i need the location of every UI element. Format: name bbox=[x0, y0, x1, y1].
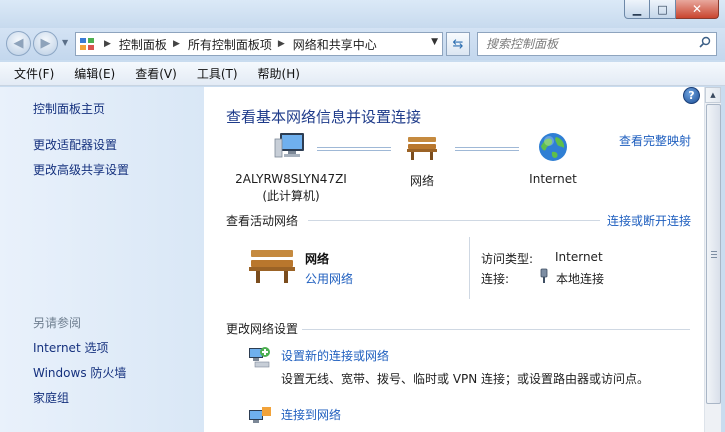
menu-tools[interactable]: 工具(T) bbox=[191, 65, 244, 82]
menu-help[interactable]: 帮助(H) bbox=[252, 65, 306, 82]
window-frame bbox=[721, 87, 725, 432]
search-box bbox=[477, 32, 717, 56]
sidebar: 控制面板主页 更改适配器设置 更改高级共享设置 另请参阅 Internet 选项… bbox=[0, 87, 204, 432]
full-map-link[interactable]: 查看完整映射 bbox=[619, 132, 691, 149]
title-bar: ▁ □ ✕ bbox=[0, 0, 725, 28]
forward-button[interactable]: ▶ bbox=[33, 31, 58, 56]
breadcrumb-separator-icon[interactable]: ▶ bbox=[173, 39, 180, 49]
bench-icon bbox=[249, 250, 295, 283]
address-dropdown-icon[interactable]: ▼ bbox=[431, 37, 438, 47]
setup-connection-link[interactable]: 设置新的连接或网络 bbox=[281, 347, 389, 364]
address-bar[interactable]: ▶ 控制面板 ▶ 所有控制面板项 ▶ 网络和共享中心 ▼ bbox=[75, 32, 443, 56]
map-connector bbox=[455, 147, 519, 151]
section-divider bbox=[308, 220, 600, 221]
internet-label: Internet bbox=[529, 172, 577, 186]
network-label: 网络 bbox=[409, 174, 434, 188]
map-node-computer[interactable]: 2ALYRW8SLYN47ZI (此计算机) bbox=[235, 131, 347, 205]
computer-name: 2ALYRW8SLYN47ZI bbox=[235, 172, 347, 186]
computer-subtitle: (此计算机) bbox=[262, 189, 320, 203]
back-button[interactable]: ◀ bbox=[6, 31, 31, 56]
access-type-value: Internet bbox=[555, 250, 603, 264]
map-node-network[interactable]: 网络 bbox=[392, 134, 452, 190]
arrow-right-icon: ▶ bbox=[40, 36, 51, 51]
local-connection-link[interactable]: 本地连接 bbox=[556, 270, 604, 287]
access-type-label: 访问类型: bbox=[481, 252, 534, 266]
maximize-button[interactable]: □ bbox=[650, 0, 676, 19]
setup-connection-description: 设置无线、宽带、拨号、临时或 VPN 连接；或设置路由器或访问点。 bbox=[281, 372, 650, 386]
sidebar-item-advanced-sharing[interactable]: 更改高级共享设置 bbox=[33, 161, 129, 178]
section-divider bbox=[302, 329, 690, 330]
sidebar-item-firewall[interactable]: Windows 防火墙 bbox=[33, 364, 126, 381]
close-button[interactable]: ✕ bbox=[676, 0, 719, 19]
breadcrumb-separator-icon[interactable]: ▶ bbox=[278, 39, 285, 49]
refresh-button[interactable]: ⇆ bbox=[446, 32, 470, 56]
breadcrumb-network-center[interactable]: 网络和共享中心 bbox=[293, 36, 377, 53]
menu-view[interactable]: 查看(V) bbox=[129, 65, 183, 82]
computer-icon bbox=[274, 133, 304, 158]
page-title: 查看基本网络信息并设置连接 bbox=[226, 108, 422, 126]
bench-icon bbox=[407, 137, 437, 160]
globe-icon bbox=[539, 133, 567, 161]
scroll-up-button[interactable]: ▲ bbox=[705, 87, 721, 103]
breadcrumb: ▶ 控制面板 ▶ 所有控制面板项 ▶ 网络和共享中心 bbox=[98, 36, 377, 53]
vertical-scrollbar[interactable]: ▲ bbox=[704, 87, 721, 432]
breadcrumb-all-items[interactable]: 所有控制面板项 bbox=[188, 36, 272, 53]
main-content: ? 查看基本网络信息并设置连接 查看完整映射 2ALYRW8SLYN47ZI (… bbox=[204, 87, 704, 432]
map-node-internet[interactable]: Internet bbox=[519, 131, 587, 188]
sidebar-item-home[interactable]: 控制面板主页 bbox=[33, 100, 105, 117]
vertical-divider bbox=[469, 237, 470, 299]
search-input[interactable] bbox=[478, 34, 694, 54]
scroll-thumb[interactable] bbox=[706, 104, 721, 404]
minimize-button[interactable]: ▁ bbox=[624, 0, 650, 19]
arrow-left-icon: ◀ bbox=[13, 36, 24, 51]
map-connector bbox=[317, 147, 391, 151]
sidebar-item-internet-options[interactable]: Internet 选项 bbox=[33, 339, 108, 356]
control-panel-icon bbox=[76, 33, 98, 55]
sidebar-item-adapter-settings[interactable]: 更改适配器设置 bbox=[33, 136, 117, 153]
menu-file[interactable]: 文件(F) bbox=[8, 65, 60, 82]
menu-bar: 文件(F) 编辑(E) 查看(V) 工具(T) 帮助(H) bbox=[0, 62, 725, 86]
connect-disconnect-link[interactable]: 连接或断开连接 bbox=[607, 212, 691, 229]
see-also-heading: 另请参阅 bbox=[33, 316, 82, 330]
connection-label: 连接: bbox=[481, 272, 510, 286]
help-icon[interactable]: ? bbox=[683, 87, 700, 104]
recent-pages-dropdown[interactable]: ▼ bbox=[62, 38, 68, 47]
connect-network-icon bbox=[249, 407, 271, 423]
breadcrumb-control-panel[interactable]: 控制面板 bbox=[119, 36, 167, 53]
connect-to-network-link[interactable]: 连接到网络 bbox=[281, 406, 341, 423]
sidebar-item-homegroup[interactable]: 家庭组 bbox=[33, 389, 69, 406]
active-networks-heading: 查看活动网络 bbox=[226, 214, 299, 228]
ethernet-icon bbox=[540, 268, 548, 283]
menu-edit[interactable]: 编辑(E) bbox=[68, 65, 121, 82]
breadcrumb-separator-icon[interactable]: ▶ bbox=[104, 39, 111, 49]
active-network-name: 网络 bbox=[305, 252, 330, 266]
navigation-bar: ◀ ▶ ▼ ▶ 控制面板 ▶ 所有控制面板项 ▶ 网络和共享中心 ▼ ⇆ bbox=[0, 28, 725, 60]
search-icon[interactable] bbox=[694, 36, 716, 52]
window-controls: ▁ □ ✕ bbox=[624, 0, 719, 19]
change-settings-heading: 更改网络设置 bbox=[226, 322, 299, 336]
refresh-icon: ⇆ bbox=[452, 36, 464, 52]
network-setup-icon bbox=[249, 347, 270, 368]
network-type-link[interactable]: 公用网络 bbox=[305, 270, 353, 287]
